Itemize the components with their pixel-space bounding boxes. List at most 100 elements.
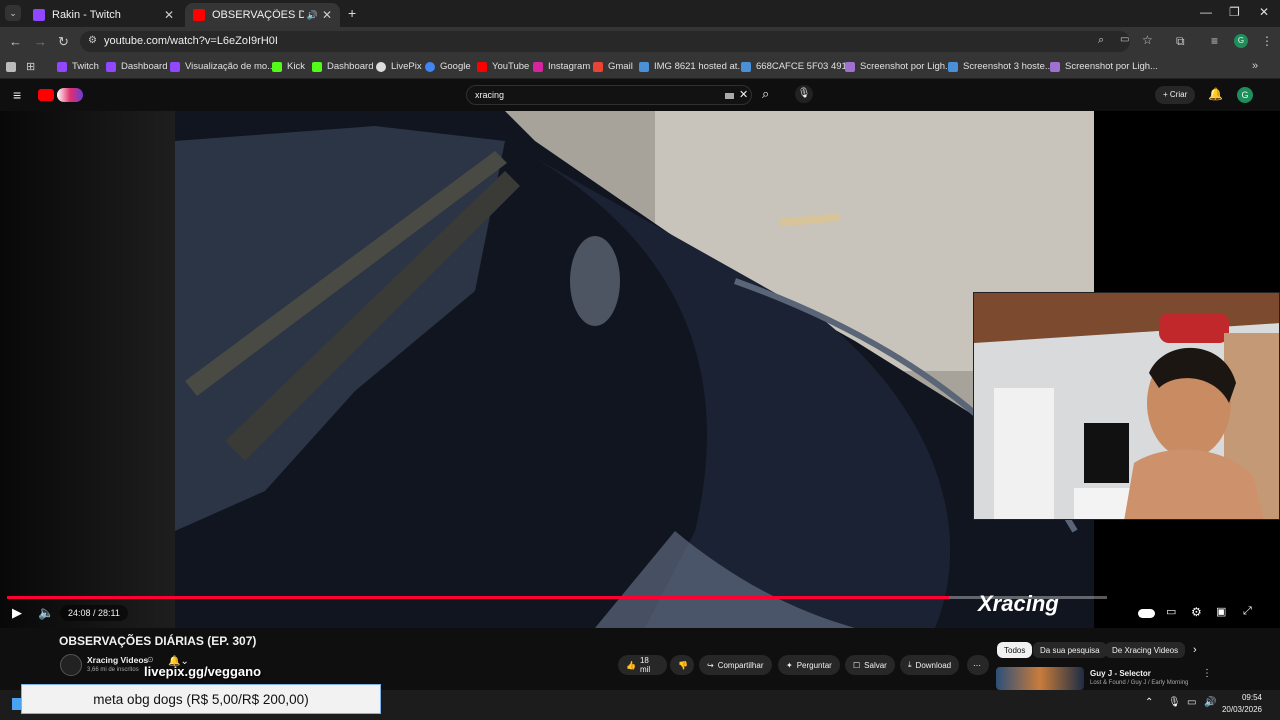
clock-date[interactable]: 20/03/2026 [1218,705,1262,714]
time-display: 24:08 / 28:11 [60,605,128,621]
keyboard-icon[interactable] [725,93,734,99]
more-actions-button[interactable]: ⋯ [967,655,989,675]
bookmark-item[interactable]: Screenshot 3 hoste... [948,61,1053,72]
subtitles-icon[interactable]: ▭ [1166,605,1176,618]
back-icon[interactable]: ← [9,34,22,49]
bookmark-item[interactable]: Dashboard [106,61,167,72]
minimize-icon[interactable]: — [1200,5,1212,19]
channel-avatar[interactable] [60,654,82,676]
progress-bar[interactable] [7,596,1107,599]
volume-tray-icon[interactable]: 🔊 [1204,697,1216,708]
chip-from-channel[interactable]: De Xracing Videos [1105,642,1186,658]
youtube-logo[interactable] [38,89,54,101]
ask-button[interactable]: ✦ Perguntar [778,655,840,675]
bookmark-item[interactable]: LivePix [376,61,422,72]
autoplay-toggle[interactable] [1138,609,1155,618]
bookmark-item[interactable]: Dashboard [312,61,373,72]
bookmark-item[interactable]: Twitch [57,61,99,72]
zoom-icon[interactable]: ⌕ [1098,34,1104,47]
media-icon[interactable]: ≡ [1211,34,1218,48]
notifications-icon[interactable]: 🔔 [1208,87,1223,101]
download-button[interactable]: ⤓ Download [900,655,960,675]
image-host-icon [741,61,751,72]
download-label: Download [915,660,952,670]
browser-tab-bar: ⌄ Rakin - Twitch ✕ OBSERVAÇÕES DIÁRIAS (… [0,0,1280,27]
audio-icon[interactable]: 🔊 [307,10,318,21]
create-button[interactable]: + Criar [1155,86,1196,104]
star-icon[interactable]: ☆ [1142,33,1153,47]
video-frame[interactable] [175,111,1094,628]
share-button[interactable]: ↪ Compartilhar [699,655,772,675]
bookmark-icon: ☐ [853,660,861,670]
sparkle-icon: ✦ [786,660,793,670]
dislike-button[interactable]: 👎 [670,655,694,675]
menu-icon[interactable]: ⋮ [1261,34,1273,48]
recommendation-title[interactable]: Guy J - Selector [1090,669,1151,678]
account-avatar[interactable]: G [1237,87,1253,103]
bookmark-item[interactable]: IMG 8621 hosted at... [639,61,745,72]
bookmark-item[interactable]: Google [425,61,471,72]
recommendation-thumbnail[interactable] [996,667,1084,690]
tab-youtube-title: OBSERVAÇÕES DIÁRIAS (EP [212,9,304,21]
extensions-icon[interactable]: ⧉ [1176,34,1185,49]
dislike-icon: 👎 [678,660,688,670]
subscriber-count: 3,66 mi de inscritos [87,667,139,673]
close-icon[interactable]: ✕ [164,8,174,22]
forward-icon[interactable]: → [34,34,47,49]
cast-icon[interactable]: ▭ [1120,34,1129,45]
kick-icon [312,61,322,72]
bookmark-item[interactable]: Instagram [533,61,590,72]
reload-icon[interactable]: ↻ [58,34,69,50]
settings-icon[interactable]: ⚙ [1191,605,1202,619]
chip-all[interactable]: Todos [997,642,1033,658]
site-info-icon[interactable]: ⚙ [88,35,97,46]
hamburger-icon[interactable]: ≡ [13,87,21,103]
image-host-icon [639,61,649,72]
bookmark-item[interactable]: Kick [272,61,305,72]
address-bar[interactable]: ⚙ youtube.com/watch?v=L6eZoI9rH0I ⌕ ▭ ☆ [80,31,1153,52]
bookmark-item[interactable]: Screenshot por Ligh... [1050,61,1158,72]
tab-search-button[interactable]: ⌄ [5,5,21,21]
fullscreen-icon[interactable]: ⤢ [1243,605,1252,618]
search-input[interactable]: xracing [475,90,504,100]
new-tab-icon[interactable]: + [348,5,356,21]
chevron-right-icon[interactable]: › [1193,644,1197,656]
window-close-icon[interactable]: ✕ [1259,5,1269,19]
bookmark-item[interactable]: Screenshot por Ligh... [845,61,953,72]
doodle-icon [57,88,83,102]
bookmark-item[interactable]: 668CAFCE 5F03 491... [741,61,855,72]
clock-time[interactable]: 09:54 [1218,693,1262,702]
like-button[interactable]: 👍 18 mil [618,655,667,675]
tray-chevron-icon[interactable]: ⌃ [1145,697,1153,708]
apps-icon[interactable]: ⊞ [26,60,35,73]
recommendation-menu-icon[interactable]: ⋮ [1202,668,1212,679]
mic-tray-icon[interactable]: 🎙 [1168,697,1181,708]
clear-search-icon[interactable]: ✕ [739,88,748,101]
microphone-icon[interactable]: 🎙 [795,85,813,103]
url-text[interactable]: youtube.com/watch?v=L6eZoI9rH0I [104,35,278,47]
tab-youtube[interactable]: OBSERVAÇÕES DIÁRIAS (EP 🔊 ✕ [185,3,340,27]
chip-from-search[interactable]: Da sua pesquisa [1033,642,1107,658]
channel-name[interactable]: Xracing Videos [87,655,148,665]
tab-twitch[interactable]: Rakin - Twitch ✕ [25,3,182,27]
sidebar-toggle-icon[interactable] [6,62,16,72]
video-player[interactable]: Xracing ▶ 🔈 24:08 / 28:11 ▭ ⚙ ▣ ⤢ [0,111,1280,628]
car-hood-image [175,111,1094,628]
webcam-overlay [973,292,1280,520]
search-box[interactable]: xracing ✕ [466,85,752,105]
network-icon[interactable]: ▭ [1187,697,1196,708]
volume-icon[interactable]: 🔈 [38,605,54,621]
twitch-icon [57,61,67,72]
bookmark-item[interactable]: YouTube [477,61,529,72]
close-icon[interactable]: ✕ [322,8,332,22]
bookmark-item[interactable]: Gmail [593,61,633,72]
bookmark-item[interactable]: Visualização de mo... [170,61,275,72]
play-icon[interactable]: ▶ [12,605,22,621]
search-icon[interactable]: ⌕ [762,86,769,102]
more-bookmarks-icon[interactable]: » [1252,60,1258,72]
save-button[interactable]: ☐ Salvar [845,655,895,675]
bookmark-label: Screenshot 3 hoste... [963,61,1053,72]
miniplayer-icon[interactable]: ▣ [1216,605,1226,618]
restore-icon[interactable]: ❐ [1229,5,1240,19]
profile-avatar[interactable]: G [1234,34,1248,48]
